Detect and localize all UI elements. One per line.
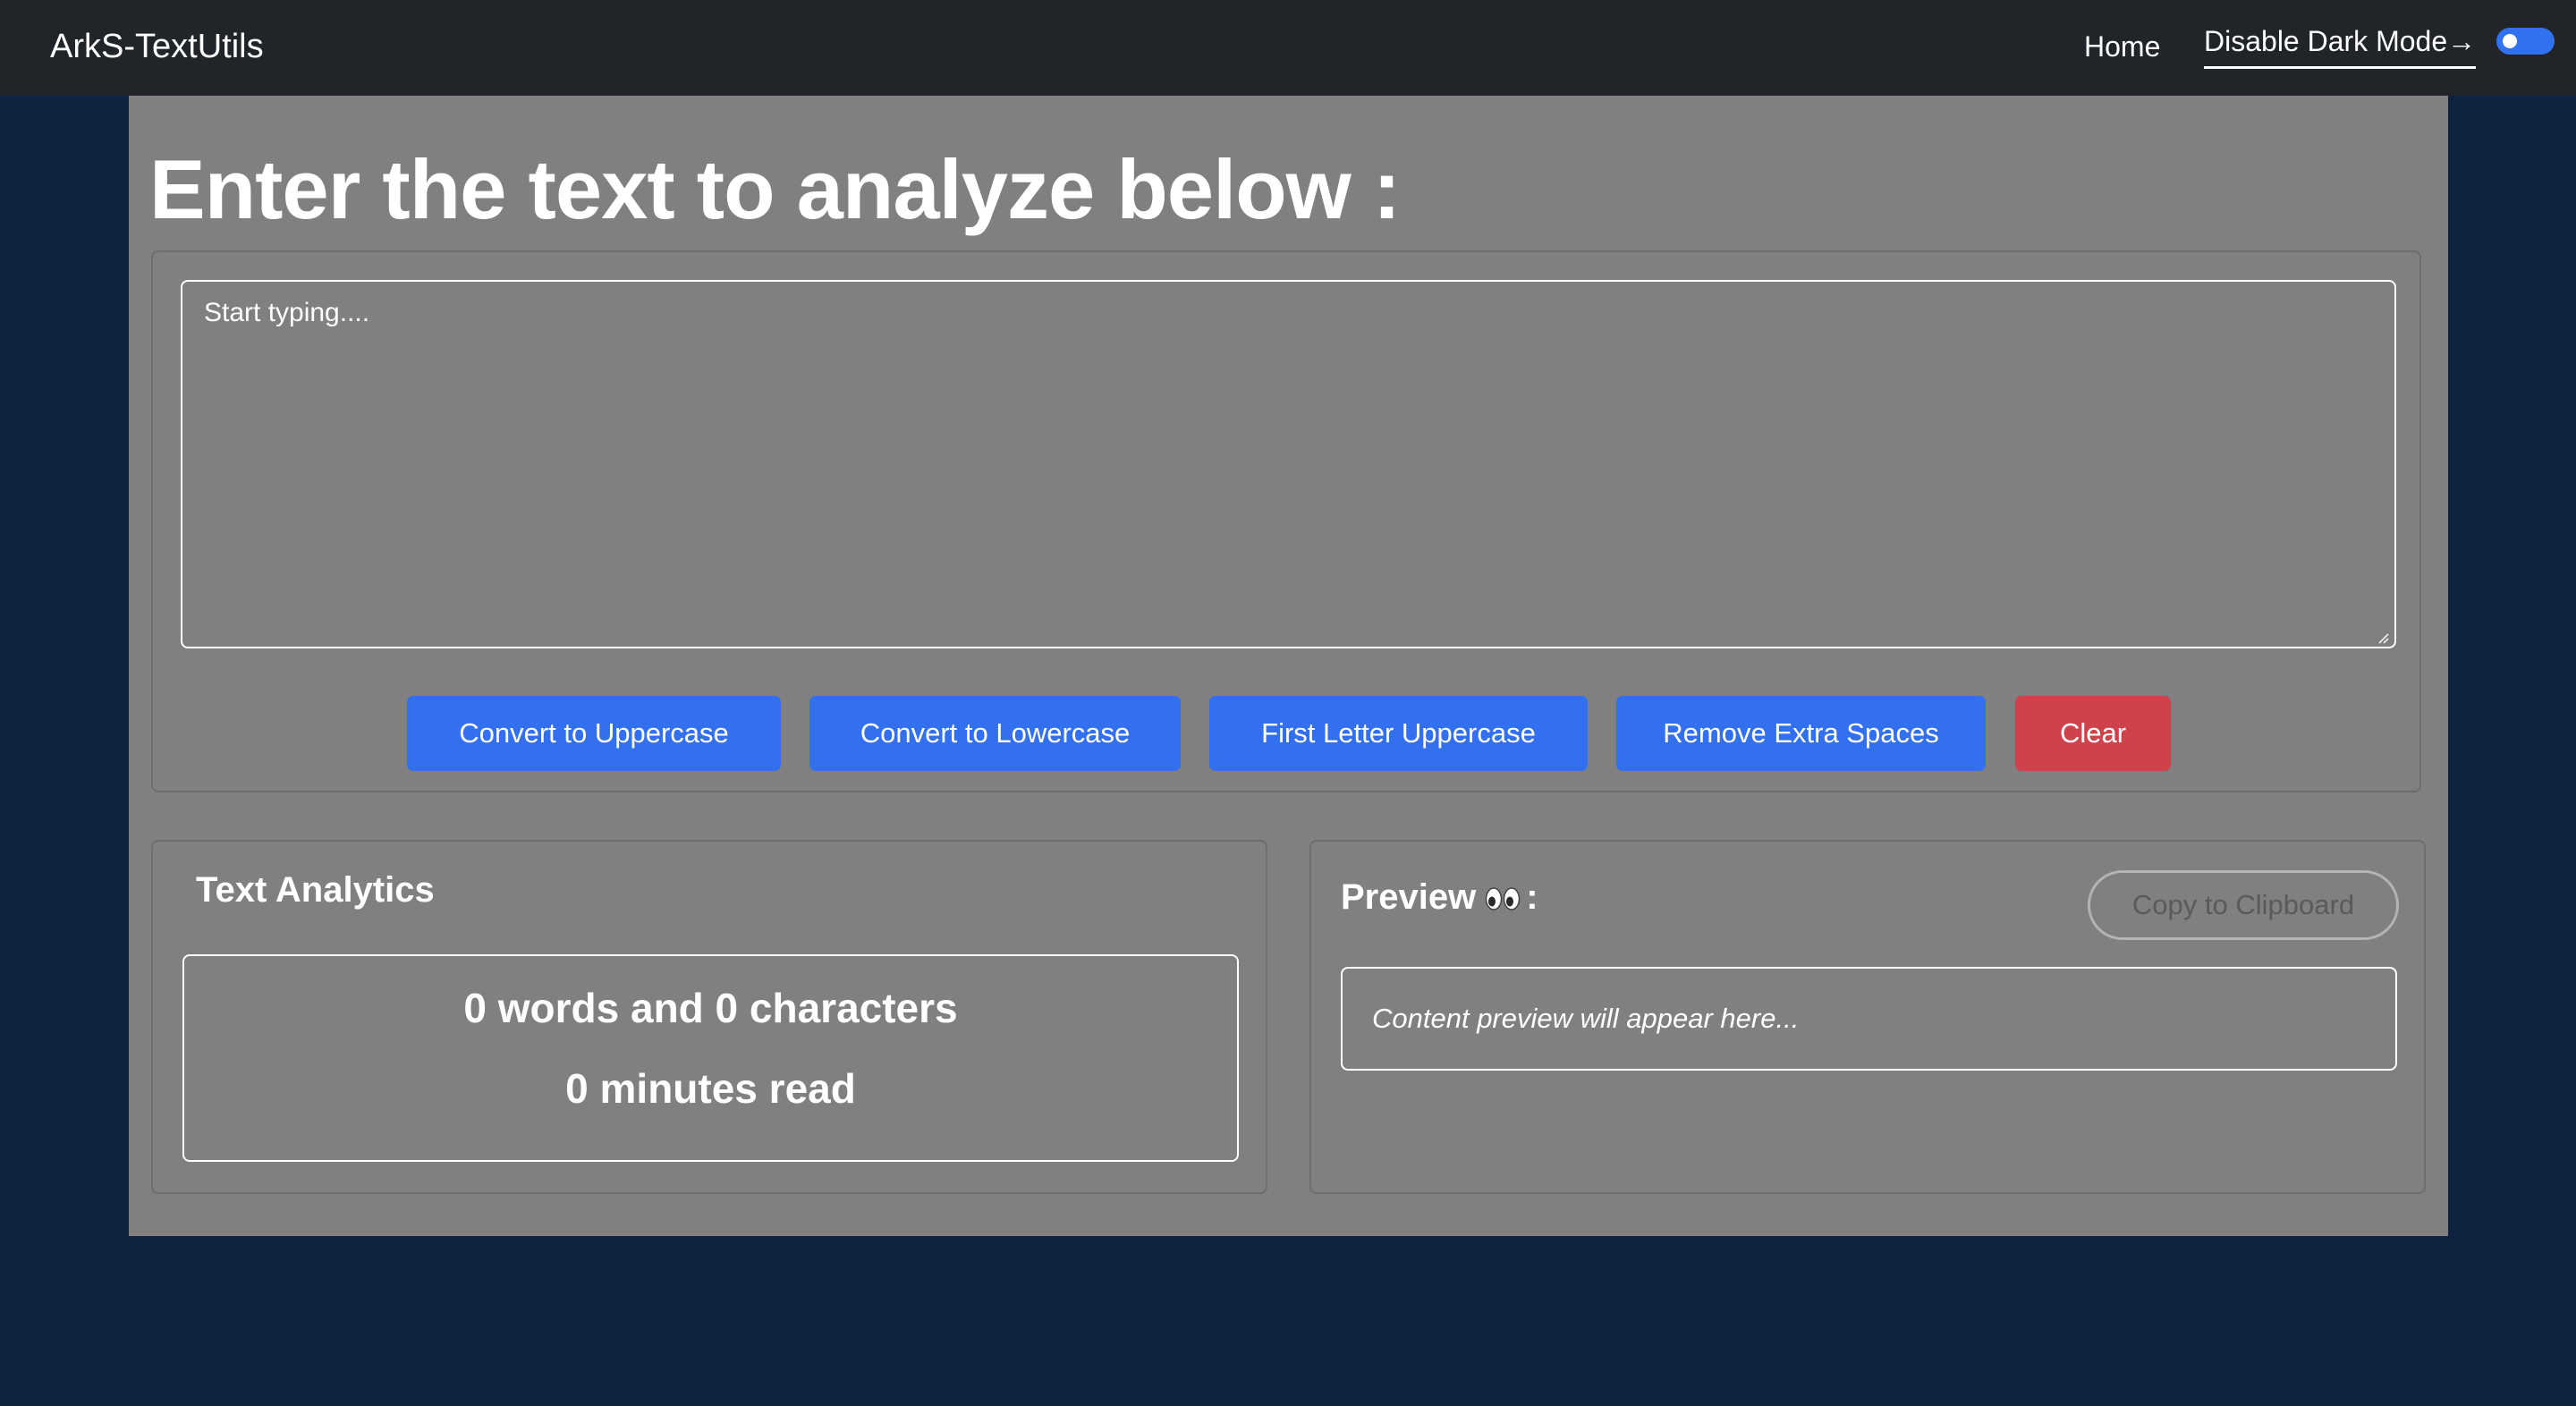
dark-mode-toggle[interactable] — [2496, 28, 2555, 55]
word-char-count: 0 words and 0 characters — [463, 985, 958, 1031]
text-input[interactable] — [181, 280, 2396, 648]
read-time: 0 minutes read — [565, 1065, 856, 1112]
uppercase-button[interactable]: Convert to Uppercase — [407, 696, 781, 771]
navbar: ArkS-TextUtils Home Disable Dark Mode→ — [0, 0, 2576, 96]
main-container: Enter the text to analyze below : Conver… — [129, 96, 2448, 1236]
eyes-icon — [1485, 887, 1521, 911]
analytics-title: Text Analytics — [196, 870, 435, 910]
input-card: Convert to Uppercase Convert to Lowercas… — [151, 250, 2421, 792]
lowercase-button[interactable]: Convert to Lowercase — [809, 696, 1181, 771]
toggle-knob — [2503, 34, 2517, 48]
preview-title-colon: : — [1526, 877, 1538, 917]
page-title: Enter the text to analyze below : — [149, 142, 1401, 236]
remove-extra-spaces-button[interactable]: Remove Extra Spaces — [1616, 696, 1986, 771]
copy-to-clipboard-button[interactable]: Copy to Clipboard — [2088, 870, 2399, 940]
analytics-box: 0 words and 0 characters 0 minutes read — [182, 954, 1239, 1162]
brand-link[interactable]: ArkS-TextUtils — [50, 26, 264, 67]
preview-box: Content preview will appear here... — [1341, 967, 2397, 1071]
preview-card: Preview : Copy to Clipboard Content prev… — [1309, 840, 2426, 1194]
preview-title: Preview : — [1341, 876, 1538, 919]
resize-grip-icon[interactable] — [2378, 633, 2389, 644]
preview-title-label: Preview — [1341, 877, 1477, 917]
nav-home-link[interactable]: Home — [2084, 29, 2160, 64]
text-analytics-card: Text Analytics 0 words and 0 characters … — [151, 840, 1267, 1194]
first-letter-uppercase-button[interactable]: First Letter Uppercase — [1209, 696, 1588, 771]
dark-mode-label: Disable Dark Mode→ — [2204, 22, 2477, 69]
clear-button[interactable]: Clear — [2015, 696, 2171, 771]
